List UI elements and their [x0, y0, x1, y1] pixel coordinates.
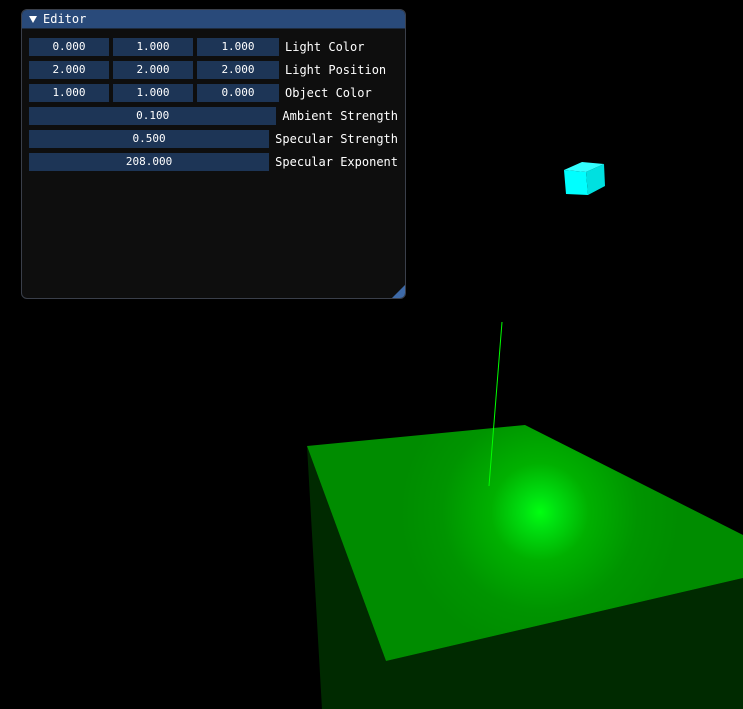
object-color-label: Object Color — [285, 86, 372, 100]
light-color-b-input[interactable]: 1.000 — [197, 38, 279, 56]
light-color-label: Light Color — [285, 40, 365, 54]
light-position-y-input[interactable]: 2.000 — [113, 61, 193, 79]
light-position-z-input[interactable]: 2.000 — [197, 61, 279, 79]
light-color-row: 0.000 1.000 1.000 Light Color — [29, 37, 398, 57]
editor-content: 0.000 1.000 1.000 Light Color 2.000 2.00… — [22, 29, 405, 172]
light-cube — [564, 162, 605, 195]
specular-exponent-label: Specular Exponent — [275, 155, 398, 169]
specular-exponent-row: 208.000 Specular Exponent — [29, 152, 398, 172]
collapse-triangle-icon[interactable] — [29, 15, 37, 23]
light-color-r-input[interactable]: 0.000 — [29, 38, 109, 56]
ambient-strength-row: 0.100 Ambient Strength — [29, 106, 398, 126]
ambient-strength-label: Ambient Strength — [282, 109, 398, 123]
specular-strength-slider[interactable]: 0.500 — [29, 130, 270, 148]
light-color-g-input[interactable]: 1.000 — [113, 38, 193, 56]
object-color-b-input[interactable]: 0.000 — [197, 84, 279, 102]
object-color-r-input[interactable]: 1.000 — [29, 84, 109, 102]
specular-strength-row: 0.500 Specular Strength — [29, 129, 398, 149]
resize-grip-icon[interactable] — [392, 285, 405, 298]
ambient-strength-slider[interactable]: 0.100 — [29, 107, 277, 125]
specular-exponent-slider[interactable]: 208.000 — [29, 153, 270, 171]
light-position-label: Light Position — [285, 63, 387, 77]
specular-strength-label: Specular Strength — [275, 132, 398, 146]
object-color-g-input[interactable]: 1.000 — [113, 84, 193, 102]
object-color-row: 1.000 1.000 0.000 Object Color — [29, 83, 398, 103]
editor-title-bar[interactable]: Editor — [22, 10, 405, 29]
light-position-row: 2.000 2.000 2.000 Light Position — [29, 60, 398, 80]
editor-title: Editor — [43, 12, 87, 26]
light-position-x-input[interactable]: 2.000 — [29, 61, 109, 79]
editor-window[interactable]: Editor 0.000 1.000 1.000 Light Color 2.0… — [21, 9, 406, 299]
